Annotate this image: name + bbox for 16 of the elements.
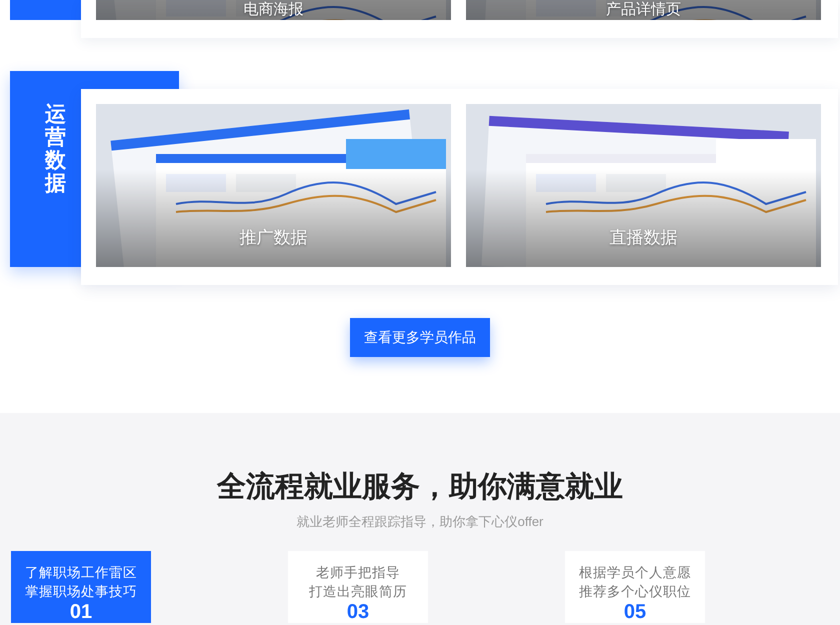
more-works-button[interactable]: 查看更多学员作品 [350, 318, 490, 357]
service-text: 推荐多个心仪职位 [578, 583, 692, 601]
work-caption: 电商海报 [244, 1, 304, 19]
section-subtitle: 就业老师全程跟踪指导，助你拿下心仪offer [296, 513, 544, 531]
work-caption: 推广数据 [240, 227, 308, 249]
service-text: 老师手把指导 [315, 564, 401, 582]
step-number: 03 [346, 601, 370, 623]
service-text: 打造出亮眼简历 [308, 583, 408, 601]
section-title: 全流程就业服务，助你满意就业 [216, 470, 624, 505]
work-caption: 直播数据 [610, 227, 678, 249]
category-title: 运营数据 [45, 103, 66, 196]
service-text: 了解职场工作雷区 [24, 564, 138, 582]
step-number: 05 [622, 601, 648, 623]
service-text: 掌握职场处事技巧 [24, 583, 138, 601]
service-text: 根据学员个人意愿 [578, 564, 692, 582]
step-number: 01 [68, 601, 94, 623]
